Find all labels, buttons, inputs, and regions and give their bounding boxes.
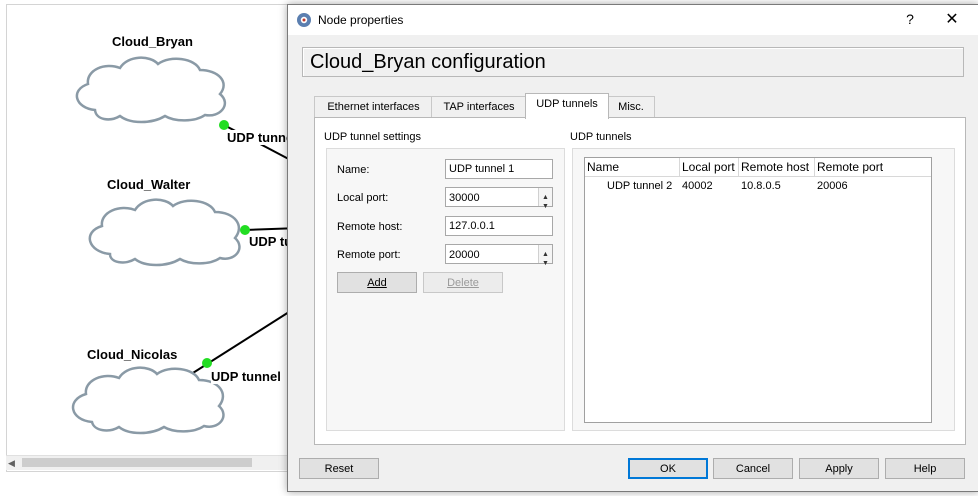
spin-down-icon[interactable]: ▼ xyxy=(542,254,549,274)
settings-groupbox: Name: Local port: 30000 ▲ ▼ Remote host:… xyxy=(326,148,565,431)
remote-host-label: Remote host: xyxy=(337,221,403,233)
link-label[interactable]: UDP tunnel xyxy=(211,369,281,384)
app-icon xyxy=(297,13,311,27)
node-label[interactable]: Cloud_Nicolas xyxy=(87,347,177,362)
dialog-titlebar[interactable]: Node properties ? ✕ xyxy=(288,5,978,35)
tab-misc[interactable]: Misc. xyxy=(607,96,655,118)
cell-name: UDP tunnel 2 xyxy=(607,180,673,192)
cell-local-port: 40002 xyxy=(682,180,713,192)
close-icon[interactable]: ✕ xyxy=(940,9,964,29)
cloud-icon xyxy=(72,366,225,435)
reset-button[interactable]: Reset xyxy=(299,458,379,479)
name-field[interactable] xyxy=(445,159,553,179)
delete-button-label: Delete xyxy=(447,277,479,289)
delete-button[interactable]: Delete xyxy=(423,272,503,293)
tab-tap-interfaces[interactable]: TAP interfaces xyxy=(431,96,527,118)
help-button[interactable]: Help xyxy=(885,458,965,479)
column-header-local-port[interactable]: Local port xyxy=(680,158,739,176)
table-header: Name Local port Remote host Remote port xyxy=(585,158,931,177)
config-header-title: Cloud_Bryan configuration xyxy=(310,51,546,73)
remote-port-value: 20000 xyxy=(449,249,480,261)
link-endpoint xyxy=(202,358,212,368)
local-port-stepper[interactable]: 30000 ▲ ▼ xyxy=(445,187,553,210)
link-endpoint xyxy=(219,120,229,130)
tunnels-group-title: UDP tunnels xyxy=(570,131,632,143)
cell-remote-host: 10.8.0.5 xyxy=(741,180,781,192)
help-icon[interactable]: ? xyxy=(900,11,920,27)
remote-port-label: Remote port: xyxy=(337,249,401,261)
spin-buttons[interactable]: ▲ ▼ xyxy=(538,188,552,210)
udp-tunnels-pane: UDP tunnel settings Name: Local port: 30… xyxy=(314,117,966,445)
name-label: Name: xyxy=(337,164,370,176)
column-header-remote-port[interactable]: Remote port xyxy=(815,158,931,176)
column-header-remote-host[interactable]: Remote host xyxy=(739,158,815,176)
add-button-label: Add xyxy=(367,277,387,289)
config-header: Cloud_Bryan configuration xyxy=(302,47,964,77)
tunnels-table[interactable]: Name Local port Remote host Remote port … xyxy=(584,157,932,423)
local-port-label: Local port: xyxy=(337,192,389,204)
apply-button[interactable]: Apply xyxy=(799,458,879,479)
cancel-button[interactable]: Cancel xyxy=(713,458,793,479)
settings-group-title: UDP tunnel settings xyxy=(324,131,422,143)
spin-buttons[interactable]: ▲ ▼ xyxy=(538,245,552,267)
link-label[interactable]: UDP tu xyxy=(249,234,293,249)
horizontal-scrollbar[interactable]: ◀ xyxy=(6,455,296,470)
dialog-title: Node properties xyxy=(318,13,404,27)
ok-button[interactable]: OK xyxy=(628,458,708,479)
remote-port-stepper[interactable]: 20000 ▲ ▼ xyxy=(445,244,553,267)
scroll-left-icon[interactable]: ◀ xyxy=(8,458,15,469)
add-button[interactable]: Add xyxy=(337,272,417,293)
node-label[interactable]: Cloud_Bryan xyxy=(112,34,193,49)
scrollbar-thumb[interactable] xyxy=(22,458,252,467)
node-properties-dialog: Node properties ? ✕ Cloud_Bryan configur… xyxy=(287,4,978,492)
column-header-name[interactable]: Name xyxy=(585,158,680,176)
link-line-nicolas xyxy=(184,304,301,379)
cell-remote-port: 20006 xyxy=(817,180,848,192)
spin-down-icon[interactable]: ▼ xyxy=(542,197,549,217)
local-port-value: 30000 xyxy=(449,192,480,204)
cloud-icon xyxy=(75,56,227,124)
node-label[interactable]: Cloud_Walter xyxy=(107,177,190,192)
cloud-icon xyxy=(88,198,241,267)
remote-host-field[interactable] xyxy=(445,216,553,236)
tab-ethernet-interfaces[interactable]: Ethernet interfaces xyxy=(314,96,433,118)
tab-udp-tunnels[interactable]: UDP tunnels xyxy=(525,93,609,119)
